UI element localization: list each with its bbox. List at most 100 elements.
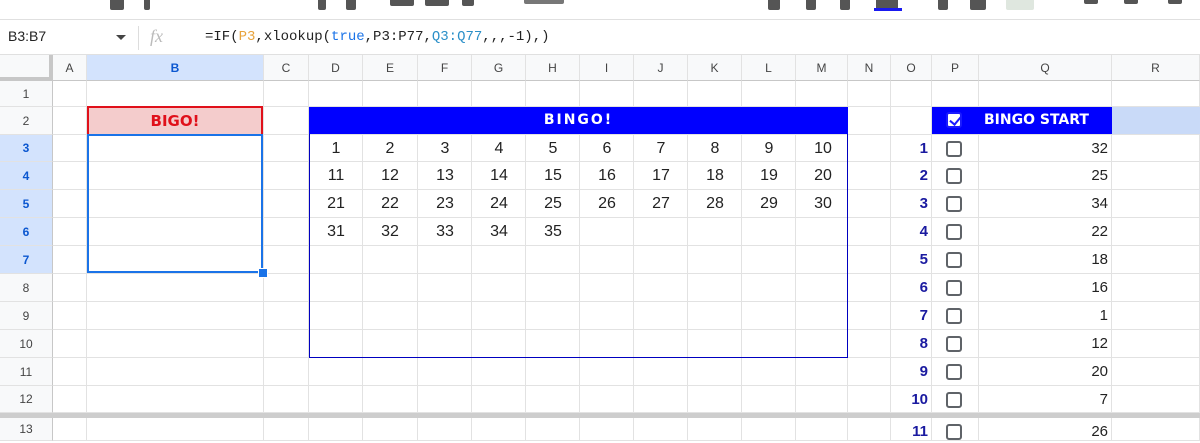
column-header-d[interactable]: D xyxy=(309,55,363,81)
row-header-1[interactable]: 1 xyxy=(0,81,53,107)
bingo-number[interactable]: 12 xyxy=(363,162,417,189)
draw-checkbox[interactable] xyxy=(946,168,962,184)
draw-value[interactable]: 25 xyxy=(1008,162,1108,190)
row-header-12[interactable]: 12 xyxy=(0,386,53,413)
draw-value[interactable]: 34 xyxy=(1008,190,1108,218)
row-header-10[interactable]: 10 xyxy=(0,330,53,358)
fill-color-icon[interactable] xyxy=(938,0,948,10)
column-header-p[interactable]: P xyxy=(932,55,979,81)
bingo-number[interactable]: 32 xyxy=(363,218,417,245)
column-header-g[interactable]: G xyxy=(472,55,526,81)
bingo-number[interactable]: 33 xyxy=(418,218,472,245)
draw-checkbox[interactable] xyxy=(946,392,962,408)
bingo-number[interactable]: 25 xyxy=(526,190,580,217)
paint-format-icon[interactable] xyxy=(144,0,150,10)
bingo-number[interactable]: 9 xyxy=(742,135,796,162)
bingo-number[interactable]: 30 xyxy=(796,190,850,217)
draw-checkbox[interactable] xyxy=(946,224,962,240)
column-header-f[interactable]: F xyxy=(418,55,472,81)
bingo-number[interactable]: 7 xyxy=(634,135,688,162)
draw-value[interactable]: 22 xyxy=(1008,218,1108,246)
percent-icon[interactable] xyxy=(346,0,356,10)
bingo-number[interactable]: 27 xyxy=(634,190,688,217)
column-header-k[interactable]: K xyxy=(688,55,742,81)
bingo-number[interactable]: 15 xyxy=(526,162,580,189)
column-header-l[interactable]: L xyxy=(742,55,796,81)
bingo-start-checkbox[interactable] xyxy=(946,112,962,128)
bold-icon[interactable] xyxy=(768,0,780,10)
draw-checkbox[interactable] xyxy=(946,252,962,268)
bingo-number[interactable]: 18 xyxy=(688,162,742,189)
bingo-number[interactable]: 35 xyxy=(526,218,580,245)
decrease-decimal-icon[interactable] xyxy=(390,0,414,6)
italic-icon[interactable] xyxy=(806,0,816,10)
print-icon[interactable] xyxy=(110,0,124,10)
currency-icon[interactable] xyxy=(318,0,326,10)
bingo-number[interactable]: 8 xyxy=(688,135,742,162)
draw-value[interactable]: 26 xyxy=(1008,421,1108,443)
column-header-e[interactable]: E xyxy=(363,55,418,81)
column-header-r[interactable]: R xyxy=(1112,55,1200,81)
row-header-7[interactable]: 7 xyxy=(0,246,53,274)
row-header-6[interactable]: 6 xyxy=(0,218,53,246)
draw-checkbox[interactable] xyxy=(946,280,962,296)
bingo-number[interactable]: 23 xyxy=(418,190,472,217)
bingo-number[interactable]: 1 xyxy=(309,135,363,162)
column-header-i[interactable]: I xyxy=(580,55,634,81)
column-header-q[interactable]: Q xyxy=(979,55,1112,81)
bingo-number[interactable]: 19 xyxy=(742,162,796,189)
row-header-9[interactable]: 9 xyxy=(0,302,53,330)
frozen-rows-divider[interactable] xyxy=(0,413,1200,418)
column-header-j[interactable]: J xyxy=(634,55,688,81)
formula-input[interactable]: =IF(P3,xlookup(true,P3:P77,Q3:Q77,,,-1),… xyxy=(205,29,550,45)
align-icon[interactable] xyxy=(1084,0,1098,4)
valign-icon[interactable] xyxy=(1124,0,1138,4)
column-header-h[interactable]: H xyxy=(526,55,580,81)
draw-value[interactable]: 7 xyxy=(1008,386,1108,413)
bingo-number[interactable]: 3 xyxy=(418,135,472,162)
column-header-n[interactable]: N xyxy=(848,55,891,81)
bingo-number[interactable]: 34 xyxy=(472,218,526,245)
bingo-number[interactable]: 26 xyxy=(580,190,634,217)
bingo-number[interactable]: 24 xyxy=(472,190,526,217)
row-header-13[interactable]: 13 xyxy=(0,418,53,441)
bingo-number[interactable]: 11 xyxy=(309,162,363,189)
bingo-number[interactable]: 2 xyxy=(363,135,417,162)
increase-decimal-icon[interactable] xyxy=(425,0,449,6)
font-select[interactable] xyxy=(524,0,564,4)
bingo-number[interactable]: 13 xyxy=(418,162,472,189)
spreadsheet-grid[interactable]: A B C D E F G H I J K L M N O P Q R 1 2 3 4 5 6 7 8 9 10 11 12 13 BIGO!… xyxy=(0,55,1200,441)
draw-checkbox[interactable] xyxy=(946,141,962,157)
merge-cells-button[interactable] xyxy=(1006,0,1034,10)
name-box[interactable]: B3:B7 xyxy=(8,28,46,44)
draw-value[interactable]: 20 xyxy=(1008,358,1108,386)
bingo-number[interactable]: 21 xyxy=(309,190,363,217)
column-header-m[interactable]: M xyxy=(796,55,848,81)
draw-value[interactable]: 18 xyxy=(1008,246,1108,274)
bingo-number[interactable]: 5 xyxy=(526,135,580,162)
draw-value[interactable]: 32 xyxy=(1008,135,1108,162)
more-formats-icon[interactable] xyxy=(462,0,474,6)
bingo-number[interactable]: 29 xyxy=(742,190,796,217)
strikethrough-icon[interactable] xyxy=(840,0,850,10)
bingo-number[interactable]: 22 xyxy=(363,190,417,217)
row-header-11[interactable]: 11 xyxy=(0,358,53,386)
bingo-number[interactable]: 4 xyxy=(472,135,526,162)
bingo-number[interactable]: 20 xyxy=(796,162,850,189)
name-box-dropdown-icon[interactable] xyxy=(116,35,126,40)
column-header-a[interactable]: A xyxy=(53,55,87,81)
row-header-3[interactable]: 3 xyxy=(0,135,53,162)
bingo-number[interactable]: 28 xyxy=(688,190,742,217)
bingo-number[interactable]: 31 xyxy=(309,218,363,245)
draw-checkbox[interactable] xyxy=(946,196,962,212)
bingo-number[interactable]: 16 xyxy=(580,162,634,189)
fill-handle[interactable] xyxy=(258,268,268,278)
row-header-2[interactable]: 2 xyxy=(0,107,53,135)
bingo-number[interactable]: 14 xyxy=(472,162,526,189)
draw-checkbox[interactable] xyxy=(946,308,962,324)
column-header-c[interactable]: C xyxy=(264,55,309,81)
draw-checkbox[interactable] xyxy=(946,336,962,352)
select-all-corner[interactable] xyxy=(0,55,53,81)
wrap-icon[interactable] xyxy=(1168,0,1182,4)
draw-checkbox[interactable] xyxy=(946,364,962,380)
